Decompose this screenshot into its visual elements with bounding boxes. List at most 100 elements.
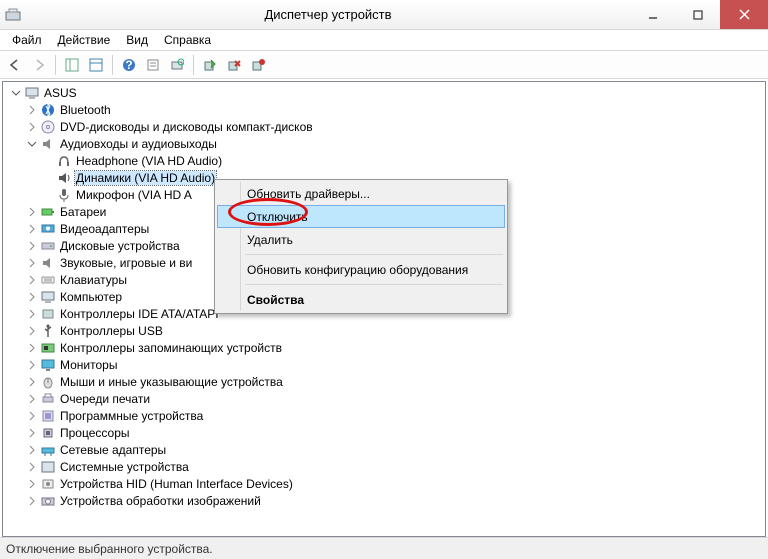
battery-icon bbox=[40, 204, 56, 220]
expand-icon[interactable] bbox=[25, 273, 39, 287]
drive-icon bbox=[40, 238, 56, 254]
nav-back-button[interactable] bbox=[4, 54, 26, 76]
tree-node-usb-controllers[interactable]: Контроллеры USB bbox=[5, 322, 765, 339]
tree-label: Батареи bbox=[59, 205, 107, 219]
tree-node-net-adapters[interactable]: Сетевые адаптеры bbox=[5, 441, 765, 458]
tb-view-tree-button[interactable] bbox=[61, 54, 83, 76]
menu-action[interactable]: Действие bbox=[50, 31, 119, 49]
expand-icon[interactable] bbox=[25, 120, 39, 134]
tree-label: Звуковые, игровые и ви bbox=[59, 256, 193, 270]
mouse-icon bbox=[40, 374, 56, 390]
window-controls bbox=[630, 0, 768, 29]
ctx-update-drivers[interactable]: Обновить драйверы... bbox=[217, 182, 505, 205]
expand-icon[interactable] bbox=[25, 477, 39, 491]
tb-uninstall-button[interactable] bbox=[247, 54, 269, 76]
expand-icon[interactable] bbox=[25, 409, 39, 423]
expand-icon[interactable] bbox=[25, 307, 39, 321]
headphone-icon bbox=[56, 153, 72, 169]
tree-node-processors[interactable]: Процессоры bbox=[5, 424, 765, 441]
tree-node-monitors[interactable]: Мониторы bbox=[5, 356, 765, 373]
tree-node-imaging[interactable]: Устройства обработки изображений bbox=[5, 492, 765, 509]
expand-icon[interactable] bbox=[25, 222, 39, 236]
expand-icon[interactable] bbox=[25, 426, 39, 440]
tree-node-system-devices[interactable]: Системные устройства bbox=[5, 458, 765, 475]
system-icon bbox=[40, 459, 56, 475]
tree-node-audio-io[interactable]: Аудиовходы и аудиовыходы bbox=[5, 135, 765, 152]
expand-icon[interactable] bbox=[25, 324, 39, 338]
window-title: Диспетчер устройств bbox=[26, 7, 630, 22]
speaker-icon bbox=[40, 255, 56, 271]
app-icon bbox=[0, 7, 26, 23]
expand-icon[interactable] bbox=[9, 86, 23, 100]
ctx-remove[interactable]: Удалить bbox=[217, 228, 505, 251]
tree-node-storage-controllers[interactable]: Контроллеры запоминающих устройств bbox=[5, 339, 765, 356]
speaker-icon bbox=[56, 170, 72, 186]
controller-icon bbox=[40, 306, 56, 322]
tree-node-hid[interactable]: Устройства HID (Human Interface Devices) bbox=[5, 475, 765, 492]
expand-icon[interactable] bbox=[25, 239, 39, 253]
expand-icon[interactable] bbox=[25, 103, 39, 117]
tree-node-dvd[interactable]: DVD-дисководы и дисководы компакт-дисков bbox=[5, 118, 765, 135]
tree-root[interactable]: ASUS bbox=[5, 84, 765, 101]
svg-text:?: ? bbox=[125, 58, 132, 72]
tree-label: Контроллеры USB bbox=[59, 324, 164, 338]
nav-forward-button[interactable] bbox=[28, 54, 50, 76]
expand-icon[interactable] bbox=[25, 205, 39, 219]
camera-icon bbox=[40, 493, 56, 509]
toolbar-sep bbox=[193, 55, 194, 75]
tb-update-driver-button[interactable] bbox=[199, 54, 221, 76]
ctx-label: Обновить конфигурацию оборудования bbox=[247, 263, 468, 277]
expand-icon[interactable] bbox=[25, 460, 39, 474]
tree-label: Контроллеры запоминающих устройств bbox=[59, 341, 283, 355]
expand-icon[interactable] bbox=[25, 290, 39, 304]
minimize-button[interactable] bbox=[630, 0, 675, 29]
tree-label: Программные устройства bbox=[59, 409, 204, 423]
bluetooth-icon bbox=[40, 102, 56, 118]
tree-label: Bluetooth bbox=[59, 103, 112, 117]
menu-bar: Файл Действие Вид Справка bbox=[0, 30, 768, 51]
menu-file[interactable]: Файл bbox=[4, 31, 50, 49]
toolbar-sep bbox=[55, 55, 56, 75]
spacer bbox=[41, 188, 55, 202]
menu-view[interactable]: Вид bbox=[118, 31, 156, 49]
ctx-scan[interactable]: Обновить конфигурацию оборудования bbox=[217, 258, 505, 281]
ctx-label: Удалить bbox=[247, 233, 293, 247]
tree-label: Устройства HID (Human Interface Devices) bbox=[59, 477, 294, 491]
tree-node-bluetooth[interactable]: Bluetooth bbox=[5, 101, 765, 118]
tb-scan-button[interactable] bbox=[166, 54, 188, 76]
tb-properties-button[interactable] bbox=[142, 54, 164, 76]
tree-node-mice[interactable]: Мыши и иные указывающие устройства bbox=[5, 373, 765, 390]
toolbar-sep bbox=[112, 55, 113, 75]
tree-label: Динамики (VIA HD Audio) bbox=[75, 171, 216, 185]
tree-node-headphone[interactable]: Headphone (VIA HD Audio) bbox=[5, 152, 765, 169]
tree-label: Мониторы bbox=[59, 358, 118, 372]
menu-help[interactable]: Справка bbox=[156, 31, 219, 49]
tree-label: Headphone (VIA HD Audio) bbox=[75, 154, 223, 168]
tree-label: ASUS bbox=[43, 86, 78, 100]
status-bar: Отключение выбранного устройства. bbox=[0, 537, 768, 559]
software-icon bbox=[40, 408, 56, 424]
ctx-disable[interactable]: Отключить bbox=[217, 205, 505, 228]
tb-view-list-button[interactable] bbox=[85, 54, 107, 76]
maximize-button[interactable] bbox=[675, 0, 720, 29]
tb-help-button[interactable]: ? bbox=[118, 54, 140, 76]
expand-icon[interactable] bbox=[25, 392, 39, 406]
spacer bbox=[41, 171, 55, 185]
title-bar: Диспетчер устройств bbox=[0, 0, 768, 30]
expand-icon[interactable] bbox=[25, 137, 39, 151]
disc-icon bbox=[40, 119, 56, 135]
close-button[interactable] bbox=[720, 0, 768, 29]
ctx-label: Свойства bbox=[247, 293, 304, 307]
expand-icon[interactable] bbox=[25, 341, 39, 355]
microphone-icon bbox=[56, 187, 72, 203]
expand-icon[interactable] bbox=[25, 256, 39, 270]
expand-icon[interactable] bbox=[25, 375, 39, 389]
tb-disable-button[interactable] bbox=[223, 54, 245, 76]
tree-node-software[interactable]: Программные устройства bbox=[5, 407, 765, 424]
ctx-properties[interactable]: Свойства bbox=[217, 288, 505, 311]
usb-icon bbox=[40, 323, 56, 339]
expand-icon[interactable] bbox=[25, 443, 39, 457]
expand-icon[interactable] bbox=[25, 358, 39, 372]
expand-icon[interactable] bbox=[25, 494, 39, 508]
tree-node-print-queues[interactable]: Очереди печати bbox=[5, 390, 765, 407]
